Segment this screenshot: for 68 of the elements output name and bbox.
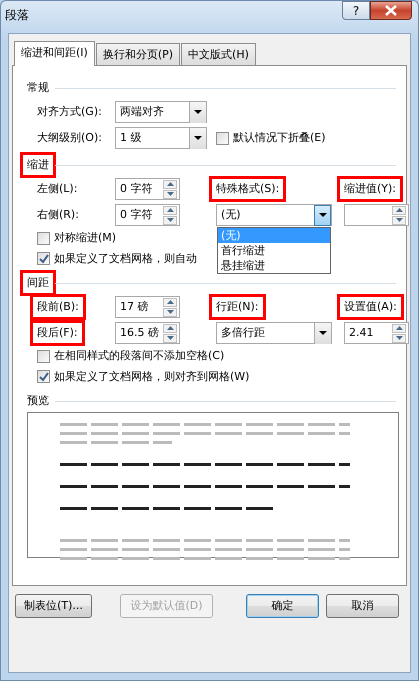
section-title: 缩进: [20, 152, 56, 178]
section-title: 预览: [27, 392, 49, 409]
spin-up-button[interactable]: [163, 180, 177, 188]
caret-icon: [319, 331, 327, 335]
spin-down-button[interactable]: [392, 334, 406, 342]
help-button[interactable]: ?: [342, 1, 370, 20]
caret-icon: [194, 110, 202, 114]
spin-field[interactable]: 16.5 磅: [115, 322, 180, 344]
checkmark-icon: [38, 372, 48, 382]
caret-icon: [194, 136, 202, 140]
spin-field[interactable]: 17 磅: [115, 296, 180, 318]
checkbox[interactable]: 如果定义了文档网格，则对齐到网格(W): [37, 368, 410, 385]
field-label: 对齐方式(G):: [37, 104, 102, 120]
dropdown[interactable]: 多倍行距: [216, 322, 332, 344]
tab[interactable]: 换行和分页(P): [96, 43, 180, 65]
checkbox[interactable]: 在相同样式的段落间不添加空格(C): [37, 348, 410, 364]
section-title: 常规: [27, 80, 49, 96]
down-arrow-icon: [396, 218, 402, 222]
spin-field[interactable]: 0 字符: [115, 178, 180, 200]
field-label: 缩进值(Y):: [337, 176, 404, 202]
dialog-button[interactable]: 制表位(T)...: [15, 594, 92, 618]
field-label: 右侧(R):: [37, 206, 79, 223]
field-label: 大纲级别(O):: [37, 130, 102, 146]
spin-down-button[interactable]: [163, 216, 177, 224]
spin-down-button[interactable]: [163, 334, 177, 342]
dropdown-option[interactable]: 悬挂缩进: [218, 258, 330, 273]
field-label: 特殊格式(S):: [209, 176, 286, 202]
dropdown[interactable]: 两端对齐: [115, 101, 207, 123]
down-arrow-icon: [166, 218, 174, 222]
field-label: 设置值(A):: [337, 294, 404, 320]
tab[interactable]: 中文版式(H): [181, 43, 256, 65]
spin-field[interactable]: [344, 204, 409, 226]
field-label: 行距(N):: [209, 294, 266, 320]
window-title: 段落: [5, 7, 29, 24]
down-arrow-icon: [166, 192, 174, 196]
field-label: 左侧(L):: [37, 180, 78, 197]
checkbox[interactable]: 默认情况下折叠(E): [216, 130, 410, 146]
dropdown[interactable]: 1 级: [115, 127, 207, 149]
spin-up-button[interactable]: [392, 206, 406, 214]
spin-field[interactable]: 0 字符: [115, 204, 180, 226]
down-arrow-icon: [166, 336, 174, 340]
checkmark-icon: [38, 254, 48, 264]
field-label: 段前(B):: [30, 294, 86, 320]
close-icon: [384, 5, 398, 16]
spin-up-button[interactable]: [163, 324, 177, 332]
section-title: 间距: [20, 270, 56, 296]
spin-up-button[interactable]: [392, 324, 406, 332]
close-button[interactable]: [370, 1, 412, 20]
up-arrow-icon: [166, 300, 174, 304]
spin-down-button[interactable]: [392, 216, 406, 224]
spin-field[interactable]: 2.41: [344, 322, 409, 344]
spin-down-button[interactable]: [163, 308, 177, 316]
tab[interactable]: 缩进和间距(I): [14, 41, 95, 66]
dialog-button[interactable]: 取消: [326, 594, 399, 618]
up-arrow-icon: [166, 182, 174, 186]
caret-icon: [318, 213, 326, 217]
down-arrow-icon: [396, 336, 402, 340]
up-arrow-icon: [166, 208, 174, 212]
dialog-button[interactable]: 确定: [246, 594, 319, 618]
up-arrow-icon: [166, 326, 174, 330]
up-arrow-icon: [396, 208, 402, 212]
spin-up-button[interactable]: [163, 298, 177, 306]
spin-up-button[interactable]: [163, 206, 177, 214]
field-label: 段后(F):: [30, 320, 85, 346]
spin-down-button[interactable]: [163, 190, 177, 198]
down-arrow-icon: [166, 310, 174, 314]
dropdown-option[interactable]: 首行缩进: [218, 243, 330, 258]
up-arrow-icon: [396, 326, 402, 330]
